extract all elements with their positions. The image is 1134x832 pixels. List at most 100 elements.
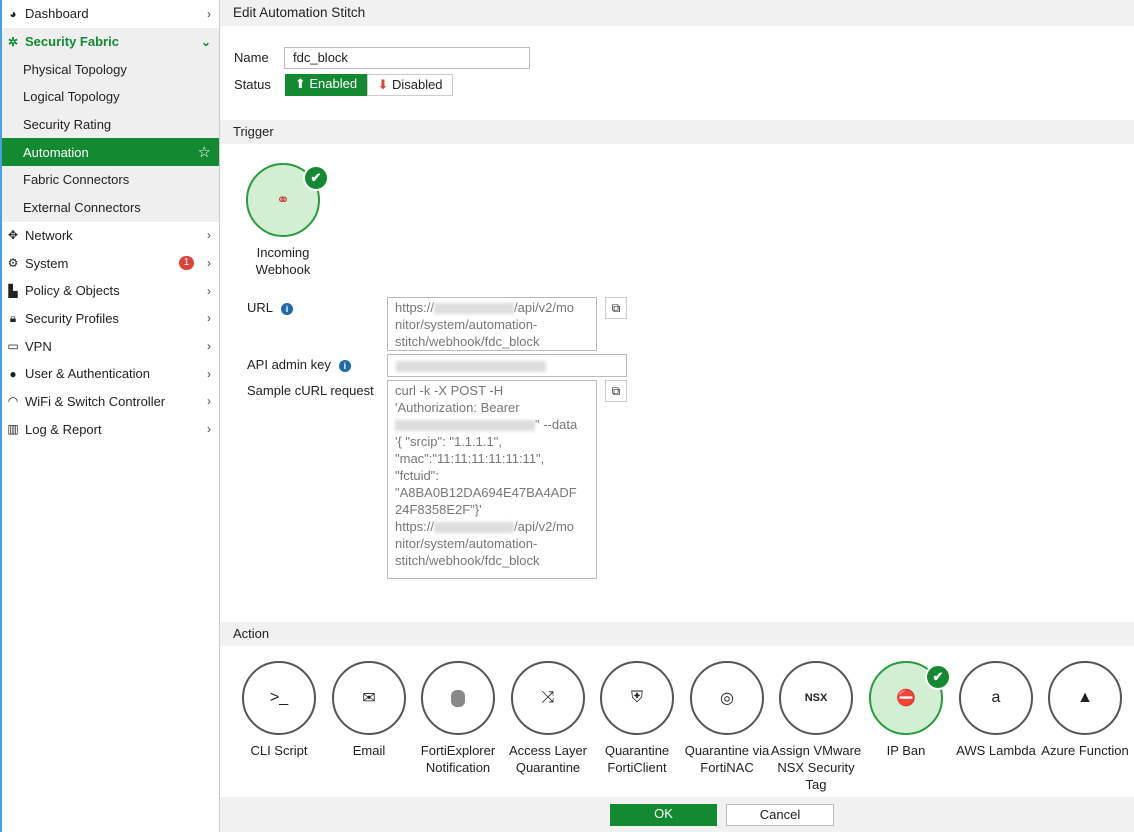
sidebar-item-automation[interactable]: Automation ☆ bbox=[2, 138, 219, 167]
page-title: Edit Automation Stitch bbox=[220, 0, 1134, 26]
action-fortiexplorer-notification[interactable] bbox=[421, 661, 495, 735]
main-panel: Edit Automation Stitch Name fdc_block St… bbox=[220, 0, 1134, 832]
chevron-right-icon: › bbox=[207, 256, 211, 271]
chevron-right-icon: › bbox=[207, 422, 211, 437]
chevron-right-icon: › bbox=[207, 311, 211, 326]
status-enabled-button[interactable]: ⬆︎ Enabled bbox=[285, 74, 367, 96]
chevron-right-icon: › bbox=[207, 339, 211, 354]
status-disabled-button[interactable]: ⬇︎ Disabled bbox=[367, 74, 453, 96]
shield-icon: ⛨ bbox=[630, 689, 643, 706]
laptop-icon: ▭ bbox=[7, 339, 19, 354]
ban-icon: ⛔ bbox=[896, 690, 916, 707]
apple-icon bbox=[451, 689, 465, 707]
azure-icon: ▲ bbox=[1077, 689, 1093, 706]
url-textarea[interactable]: https:///api/v2/mo nitor/system/automati… bbox=[387, 297, 597, 351]
sidebar: ◕ Dashboard › ✲ Security Fabric ⌄ Physical T… bbox=[0, 0, 220, 832]
sidebar-item-wifi-switch[interactable]: ◠ WiFi & Switch Controller › bbox=[2, 388, 219, 416]
sidebar-item-user-authentication[interactable]: ● User & Authentication › bbox=[2, 360, 219, 388]
policy-icon: ▙ bbox=[8, 283, 18, 298]
action-quarantine-forticlient[interactable]: ⛨ bbox=[600, 661, 674, 735]
lock-icon: 🔒︎ bbox=[9, 310, 17, 325]
dashboard-icon: ◕ bbox=[9, 6, 17, 21]
copy-url-button[interactable]: ⧉ bbox=[605, 297, 627, 319]
sidebar-item-logical-topology[interactable]: Logical Topology bbox=[2, 83, 219, 111]
selected-check-icon: ✔ bbox=[303, 165, 329, 191]
action-quarantine-via-fortinac[interactable]: ◎ bbox=[690, 661, 764, 735]
action-cli-script[interactable]: >_ bbox=[242, 661, 316, 735]
name-input[interactable]: fdc_block bbox=[284, 47, 530, 69]
copy-curl-button[interactable]: ⧉ bbox=[605, 380, 627, 402]
action-label: Access Layer Quarantine bbox=[508, 743, 588, 775]
network-icon: ✥ bbox=[7, 228, 19, 243]
sidebar-item-security-rating[interactable]: Security Rating bbox=[2, 111, 219, 139]
notification-badge: 1 bbox=[179, 256, 194, 271]
info-icon[interactable]: i bbox=[281, 303, 294, 315]
action-aws-lambda[interactable]: a bbox=[959, 661, 1033, 735]
copy-icon: ⧉ bbox=[611, 384, 621, 398]
sidebar-item-network[interactable]: ✥ Network › bbox=[2, 222, 219, 250]
gear-icon: ⚙ bbox=[7, 256, 19, 271]
api-key-input[interactable] bbox=[387, 354, 627, 377]
chevron-right-icon: › bbox=[207, 394, 211, 409]
fabric-icon: ✲ bbox=[7, 34, 19, 49]
redacted-host bbox=[434, 522, 515, 534]
action-azure-function[interactable]: ▲ bbox=[1048, 661, 1122, 735]
chevron-right-icon: › bbox=[207, 6, 211, 21]
arrow-up-icon: ⬆︎ bbox=[294, 76, 310, 91]
copy-icon: ⧉ bbox=[611, 301, 621, 315]
sidebar-item-external-connectors[interactable]: External Connectors bbox=[2, 194, 219, 222]
action-label: Email bbox=[352, 743, 386, 758]
curl-textarea[interactable]: curl -k -X POST -H 'Authorization: Beare… bbox=[387, 380, 597, 579]
user-icon: ● bbox=[9, 366, 17, 381]
action-label: IP Ban bbox=[886, 743, 926, 758]
action-label: FortiExplorer Notification bbox=[420, 743, 496, 775]
action-label: Assign VMware NSX Security Tag bbox=[770, 743, 862, 792]
wifi-icon: ◠ bbox=[7, 394, 19, 409]
chevron-right-icon: › bbox=[207, 366, 211, 381]
redacted-key bbox=[396, 361, 546, 373]
envelope-icon: ✉ bbox=[362, 690, 376, 707]
api-key-label: API admin key i bbox=[247, 357, 351, 372]
radar-icon: ◎ bbox=[720, 690, 734, 707]
sidebar-item-log-report[interactable]: ▥ Log & Report › bbox=[2, 415, 219, 443]
arrow-down-icon: ⬇︎ bbox=[377, 77, 392, 92]
action-access-layer-quarantine[interactable]: ⤨ bbox=[511, 661, 585, 735]
sidebar-item-fabric-connectors[interactable]: Fabric Connectors bbox=[2, 166, 219, 194]
redacted-host bbox=[434, 303, 515, 315]
sidebar-item-security-fabric[interactable]: ✲ Security Fabric ⌄ bbox=[2, 27, 219, 56]
action-section-header: Action bbox=[220, 622, 1134, 646]
webhook-icon: ⚭ bbox=[276, 192, 290, 209]
chevron-right-icon: › bbox=[207, 228, 211, 243]
chevron-right-icon: › bbox=[207, 283, 211, 298]
star-icon[interactable]: ☆ bbox=[198, 143, 211, 161]
info-icon[interactable]: i bbox=[338, 360, 351, 372]
action-email[interactable]: ✉ bbox=[332, 661, 406, 735]
name-label: Name bbox=[234, 50, 269, 65]
nsx-icon: NSX bbox=[804, 692, 828, 704]
sidebar-item-system[interactable]: ⚙ System 1 › bbox=[2, 249, 219, 277]
curl-label: Sample cURL request bbox=[247, 383, 374, 398]
url-label: URL i bbox=[247, 300, 294, 315]
terminal-icon: >_ bbox=[269, 689, 289, 706]
sidebar-item-policy-objects[interactable]: ▙ Policy & Objects › bbox=[2, 277, 219, 305]
sidebar-item-security-profiles[interactable]: 🔒︎ Security Profiles › bbox=[2, 305, 219, 333]
action-label: Quarantine via FortiNAC bbox=[684, 743, 770, 775]
sidebar-item-dashboard[interactable]: ◕ Dashboard › bbox=[2, 0, 219, 28]
amazon-icon: a bbox=[991, 689, 1001, 706]
selected-check-icon: ✔ bbox=[925, 664, 951, 690]
sidebar-item-vpn[interactable]: ▭ VPN › bbox=[2, 332, 219, 360]
sidebar-item-physical-topology[interactable]: Physical Topology bbox=[2, 55, 219, 83]
trigger-section-header: Trigger bbox=[220, 120, 1134, 144]
redacted-token bbox=[395, 420, 535, 432]
action-label: Azure Function bbox=[1041, 743, 1129, 758]
ok-button[interactable]: OK bbox=[610, 804, 717, 826]
trigger-label: Incoming Webhook bbox=[255, 245, 311, 277]
action-label: Quarantine FortiClient bbox=[604, 743, 670, 775]
action-assign-vmware-nsx-security-tag[interactable]: NSX bbox=[779, 661, 853, 735]
action-label: CLI Script bbox=[250, 743, 308, 758]
chevron-down-icon: ⌄ bbox=[200, 34, 211, 49]
status-label: Status bbox=[234, 77, 271, 92]
chart-icon: ▥ bbox=[7, 422, 19, 437]
cancel-button[interactable]: Cancel bbox=[726, 804, 834, 826]
action-label: AWS Lambda bbox=[956, 743, 1036, 758]
